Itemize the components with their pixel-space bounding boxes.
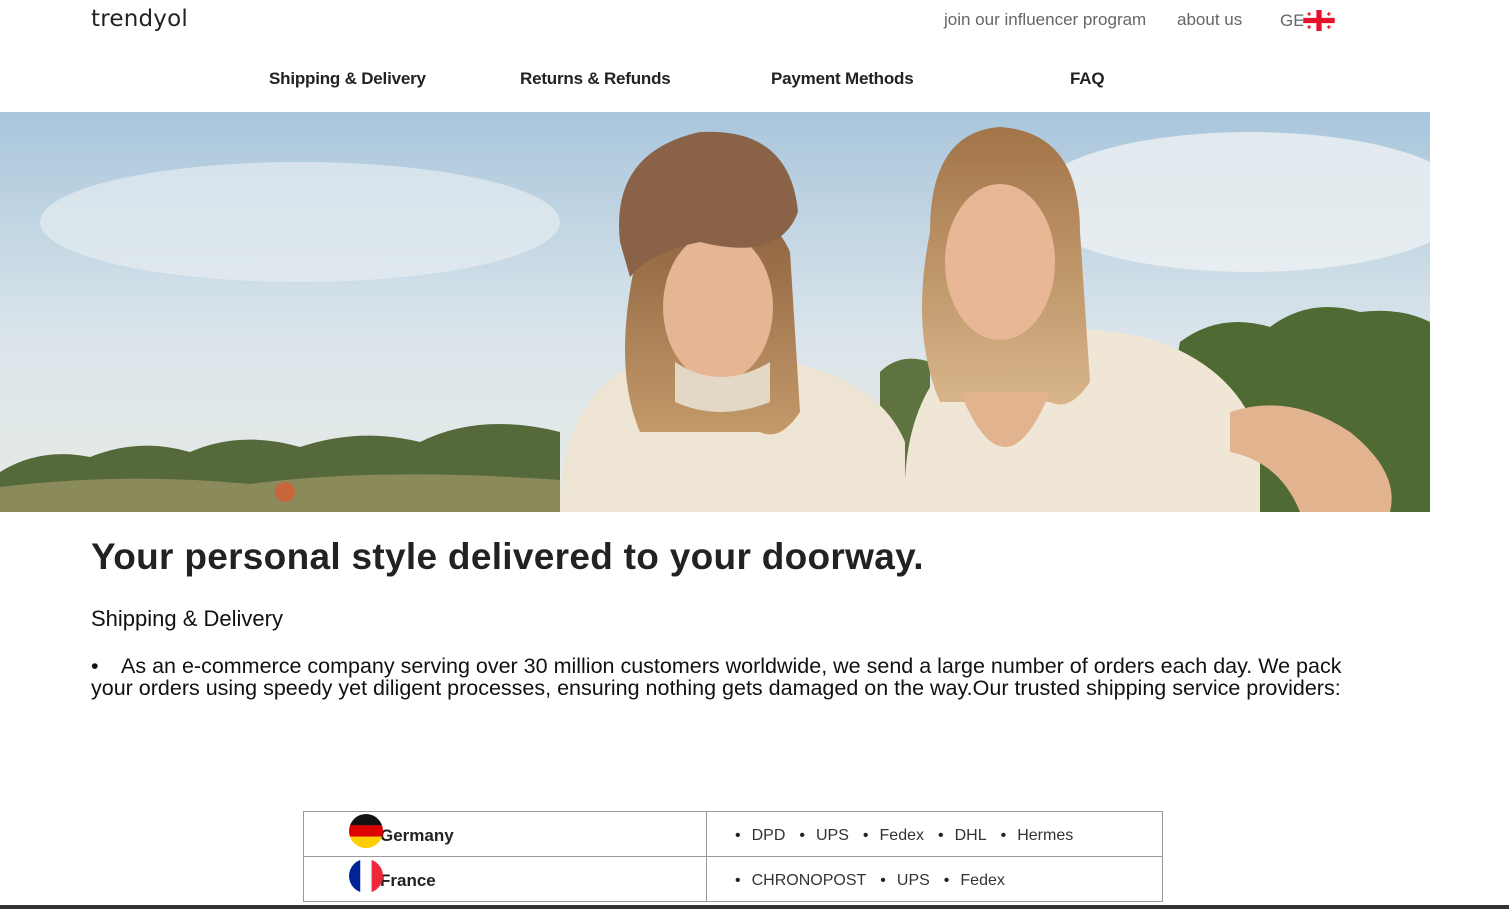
carriers-cell: CHRONOPOST UPS Fedex xyxy=(706,856,1163,902)
nav-returns-refunds[interactable]: Returns & Refunds xyxy=(520,69,671,89)
hero-image xyxy=(0,112,1430,512)
shipping-description: • As an e-commerce company serving over 3… xyxy=(91,655,1351,699)
page-headline: Your personal style delivered to your do… xyxy=(91,536,924,577)
language-code: GE xyxy=(1280,10,1305,30)
section-title: Shipping & Delivery xyxy=(91,606,283,631)
germany-flag-icon xyxy=(349,814,383,848)
country-cell: France xyxy=(303,856,707,902)
carrier-item: CHRONOPOST xyxy=(735,872,867,890)
carrier-item: DPD xyxy=(735,827,786,845)
window-bottom-edge xyxy=(0,905,1509,909)
bullet-icon: • xyxy=(91,654,99,678)
influencer-program-link[interactable]: join our influencer program xyxy=(944,10,1146,30)
carrier-item: UPS xyxy=(880,872,930,890)
main-navigation: Shipping & Delivery Returns & Refunds Pa… xyxy=(0,69,1509,91)
nav-shipping-delivery[interactable]: Shipping & Delivery xyxy=(269,69,426,89)
nav-payment-methods[interactable]: Payment Methods xyxy=(771,69,914,89)
shipping-description-text: As an e-commerce company serving over 30… xyxy=(91,654,1342,700)
carriers-cell: DPD UPS Fedex DHL Hermes xyxy=(706,811,1163,857)
carrier-item: Hermes xyxy=(1001,827,1073,845)
country-name: France xyxy=(380,871,436,890)
carrier-list: DPD UPS Fedex DHL Hermes xyxy=(707,827,1162,845)
carrier-list: CHRONOPOST UPS Fedex xyxy=(707,872,1162,890)
table-row: Germany DPD UPS Fedex DHL Hermes xyxy=(303,811,1163,857)
country-cell: Germany xyxy=(303,811,707,857)
country-name: Germany xyxy=(380,826,454,845)
carrier-item: Fedex xyxy=(863,827,924,845)
about-us-link[interactable]: about us xyxy=(1177,10,1242,30)
carrier-item: Fedex xyxy=(944,872,1004,890)
france-flag-icon xyxy=(349,859,383,893)
georgia-flag-icon xyxy=(1302,10,1335,31)
carrier-item: DHL xyxy=(938,827,987,845)
nav-faq[interactable]: FAQ xyxy=(1070,69,1105,89)
language-selector[interactable]: GE xyxy=(1280,10,1335,31)
table-row: France CHRONOPOST UPS Fedex xyxy=(303,856,1163,902)
carrier-item: UPS xyxy=(799,827,849,845)
shipping-providers-table: Germany DPD UPS Fedex DHL Hermes xyxy=(303,811,1163,902)
